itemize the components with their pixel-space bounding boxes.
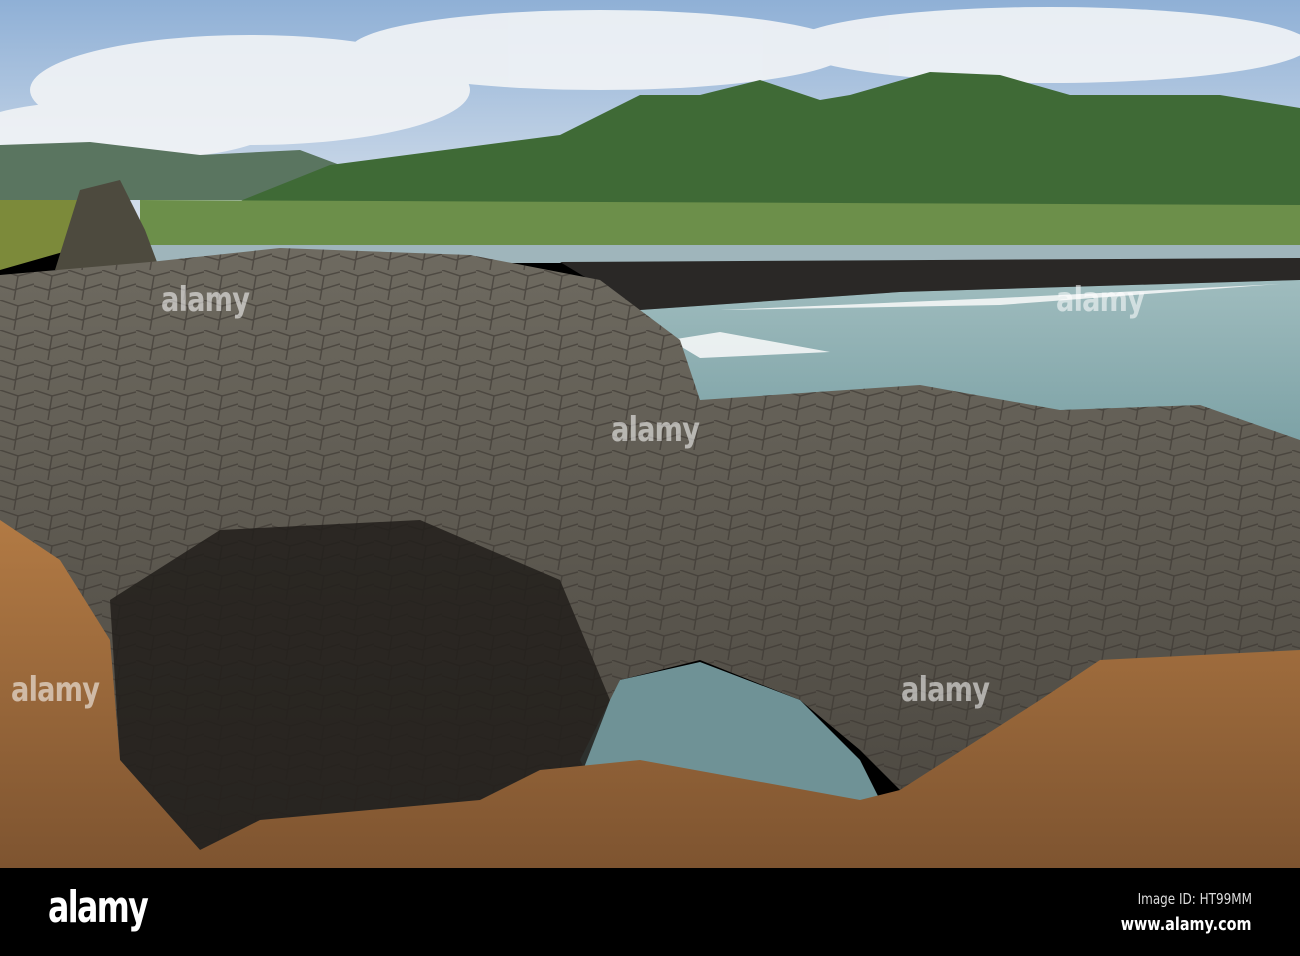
alamy-logo: alamy: [48, 882, 149, 933]
stock-photo-page: alamy alamy alamy alamy alamy alamy Imag…: [0, 0, 1300, 956]
watermark: alamy: [11, 670, 100, 710]
image-id: Image ID: HT99MM: [1137, 890, 1252, 908]
footer-bar: alamy Image ID: HT99MM www.alamy.com: [0, 868, 1300, 956]
watermark: alamy: [1056, 280, 1145, 320]
watermark: alamy: [611, 410, 700, 450]
watermark: alamy: [901, 670, 990, 710]
farmland: [140, 200, 1300, 245]
website-link[interactable]: www.alamy.com: [1121, 914, 1252, 935]
watermark: alamy: [161, 280, 250, 320]
